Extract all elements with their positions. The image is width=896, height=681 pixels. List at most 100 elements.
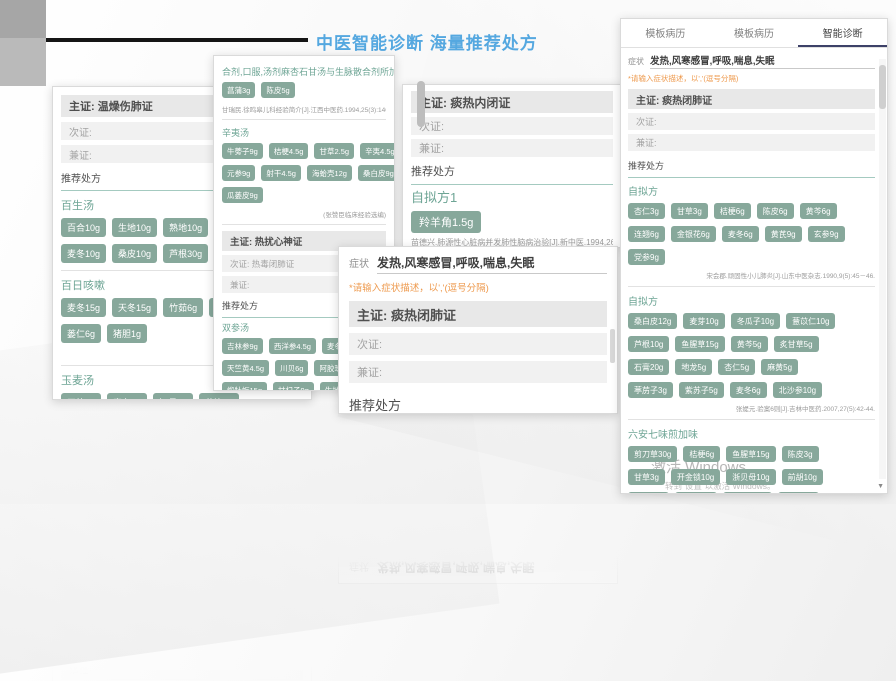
herb-chip[interactable]: 菖蒲3g [222,82,255,98]
herb-chip[interactable]: 石膏20g [628,359,669,375]
sub-certificate-bar[interactable]: 次证: [628,113,875,130]
herb-chip[interactable]: 麦冬10g [61,244,106,263]
herb-chip[interactable]: 杏仁10g [778,492,819,494]
herb-chip[interactable]: 甘草3g [671,203,708,219]
herb-chip[interactable]: 桑白皮9g [358,165,395,181]
citation-text: (张赞臣临床经验选编) [222,209,386,219]
symptom-input[interactable]: 发热,风寒感冒,呼吸,喘息,失眠 [650,53,875,69]
herb-chip[interactable]: 煅牡蛎15g [222,382,267,391]
herb-chip[interactable]: 桑皮10g [112,244,157,263]
herb-chip[interactable]: 杏仁5g [718,359,755,375]
scrollbar-thumb[interactable] [417,81,425,127]
herb-chip[interactable]: 陈皮5g [261,82,294,98]
main-certificate-bar[interactable]: 主证: 痰热内闭证 [411,91,613,113]
herb-chip[interactable]: 射干4.5g [261,165,301,181]
herb-chip[interactable]: 元参9g [222,165,255,181]
tab-template-record-1[interactable]: 模板病历 [621,19,710,47]
herb-chip[interactable]: 桔梗6g [714,203,751,219]
herb-chip[interactable]: 竹茹6g [163,298,203,317]
herb-chip[interactable]: 黄芩6g [800,203,837,219]
herb-chip[interactable]: 浙贝母10g [726,469,775,485]
herb-chip[interactable]: 芦根30g [163,244,208,263]
herb-chip[interactable]: 鱼腥草15g [726,446,775,462]
sub-certificate-bar[interactable]: 次证: [349,333,607,355]
herb-chip[interactable]: 芦根10g [628,336,669,352]
herb-chip[interactable]: 百合10g [61,218,106,237]
herb-chip[interactable]: 开金锁10g [671,469,720,485]
mix-certificate-bar[interactable]: 兼证: [349,361,607,383]
symptom-input[interactable]: 发热,风寒感冒,呼吸,喘息,失眠 [377,254,607,274]
herb-chip[interactable]: 熟地10g [163,218,208,237]
herb-chip[interactable]: 猪胆1g [107,324,147,343]
herb-chip[interactable]: 黄芩5g [731,336,768,352]
herb-chip[interactable]: 甘草2.5g [314,143,354,159]
herb-chip[interactable]: 生地10g [112,218,157,237]
herb-chip[interactable]: 陈皮3g [782,446,819,462]
main-certificate-bar[interactable]: 主证: 痰热闭肺证 [628,89,875,109]
herb-chip[interactable]: 桔梗6g [683,446,720,462]
citation-text: 甘瑞民.徐鸣皋儿科经验简介[J].江西中医药.1994,25(3):146,14… [222,104,386,114]
tab-template-record-2[interactable]: 模板病历 [710,19,799,47]
herb-chip[interactable]: 天冬15g [112,298,157,317]
herb-chip[interactable]: 牛蒡子9g [222,143,263,159]
scroll-down-arrow-icon[interactable]: ▼ [877,483,884,490]
herb-chip[interactable]: 金银花6g [671,226,716,242]
herb-chip[interactable]: 吉林参9g [222,338,263,354]
herb-chip[interactable]: 瓜蒌皮9g [222,187,263,203]
herb-chip[interactable]: 海蛤壳12g [307,165,352,181]
herb-chip[interactable]: 甘杞子9g [273,382,314,391]
herb-chip[interactable]: 黄芪9g [765,226,802,242]
herb-chip[interactable]: 羚羊角1.5g [411,211,481,233]
herb-chip[interactable]: 黄芩10g [675,492,716,494]
herb-chip[interactable]: 葶苈子3g [628,382,673,398]
herb-chip[interactable]: 川贝6g [275,360,308,376]
herb-chip[interactable]: 麻黄5g [761,359,798,375]
herb-chip[interactable]: 麦冬6g [722,226,759,242]
herb-chip[interactable]: 玄参9g [808,226,845,242]
herb-chip[interactable]: 紫苏子5g [679,382,724,398]
herb-chip[interactable]: 麦冬6g [730,382,767,398]
herb-chip[interactable]: 连翘6g [628,226,665,242]
symptom-label: 症状 [628,56,644,67]
mix-certificate-bar[interactable]: 兼证: [411,139,613,157]
herb-chip[interactable]: 天竺黄4.5g [222,360,269,376]
herb-chip[interactable]: 知母3g [153,393,193,400]
herb-chip[interactable]: 黄连1g [199,393,239,400]
herb-chip[interactable]: 党参9g [628,249,665,265]
prescription-section: 自拟方1羚羊角1.5g苗德兴.肺源性心脏病并发肺性脑病治验[J].新中医.199… [411,190,613,248]
scrollbar-thumb[interactable] [879,65,886,109]
herb-chip[interactable]: 麦芽10g [683,313,724,329]
herb-chip[interactable]: 白芥子10g [723,492,772,494]
herb-row: 党参9g [628,249,875,265]
herb-chip[interactable]: 北沙参10g [773,382,822,398]
herb-chip[interactable]: 玉竹6g [61,393,101,400]
herb-chip[interactable]: 炙甘草5g [774,336,819,352]
herb-chip[interactable]: 鱼腥草15g [675,336,724,352]
herb-chip[interactable]: 剪刀草30g [628,446,677,462]
herb-chip[interactable]: 杏仁3g [628,203,665,219]
scrollbar-thumb[interactable] [610,329,615,363]
herb-chip[interactable]: 辛夷4.5g [360,143,395,159]
herb-chip[interactable]: 河车10g [628,492,669,494]
herb-chip[interactable]: 桑白皮12g [628,313,677,329]
prescription-section: 辛夷汤牛蒡子9g桔梗4.5g甘草2.5g辛夷4.5g元参9g射干4.5g海蛤壳1… [222,126,386,219]
herb-chip[interactable]: 甘草3g [628,469,665,485]
herb-chip[interactable]: 西洋参4.5g [269,338,316,354]
herb-chip[interactable]: 薏苡仁10g [786,313,835,329]
herb-chip[interactable]: 冬瓜子10g [731,313,780,329]
mix-certificate-bar[interactable]: 兼证: [628,134,875,151]
recommended-prescriptions-label: 推荐处方 [628,155,875,178]
herb-chip[interactable]: 陈皮6g [757,203,794,219]
herb-chip[interactable]: 前胡10g [782,469,823,485]
herb-chip[interactable]: 麦冬15g [61,298,106,317]
main-certificate-bar[interactable]: 主证: 痰热闭肺证 [349,301,607,327]
herb-row: 桑白皮12g 麦芽10g 冬瓜子10g 薏苡仁10g [628,313,875,329]
scrollbar-track[interactable] [879,59,886,479]
herb-chip[interactable]: 地龙5g [675,359,712,375]
prescription-section: 六安七味煎加味剪刀草30g桔梗6g鱼腥草15g陈皮3g甘草3g开金锁10g浙贝母… [628,426,875,494]
tab-smart-diagnosis[interactable]: 智能诊断 [798,19,887,47]
herb-chip[interactable]: 桔梗4.5g [269,143,309,159]
sub-certificate-bar[interactable]: 次证: [411,117,613,135]
herb-chip[interactable]: 麦冬3g [107,393,147,400]
herb-chip[interactable]: 蒌仁6g [61,324,101,343]
